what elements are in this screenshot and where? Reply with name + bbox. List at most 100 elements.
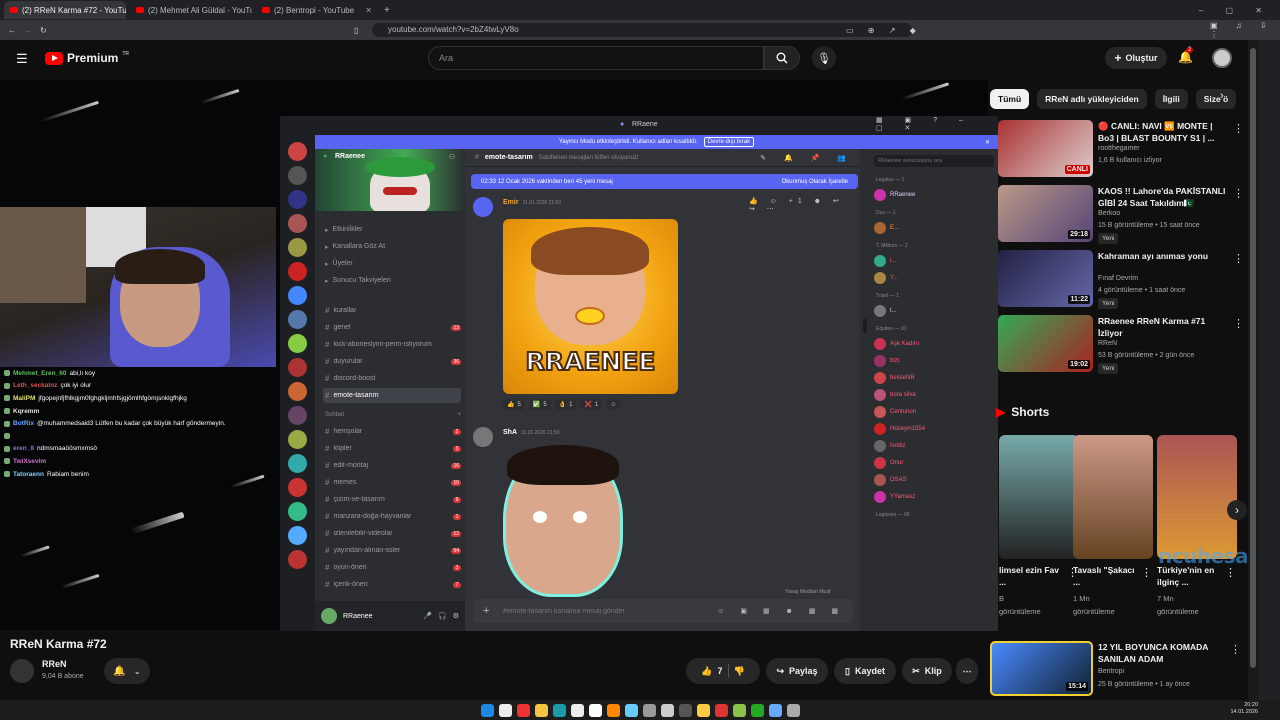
recommended-video[interactable]: CANLI 🔴 CANLI: NAVI 🆚 MONTE | Bo3 | BLAST…: [998, 120, 1248, 180]
save-button[interactable]: ▯ Kaydet: [834, 658, 896, 684]
server-icon[interactable]: [288, 214, 307, 233]
browser-tab-active[interactable]: (2) RReN Karma #72 - YouTube✕: [4, 1, 126, 19]
channel-item[interactable]: # izlenilebilir-videolar 12: [323, 526, 461, 541]
channel-item[interactable]: # emote-tasarım: [323, 388, 461, 403]
member-search-input[interactable]: RRaenee sunucusunu ara: [874, 155, 994, 167]
member-item[interactable]: i...: [874, 253, 994, 269]
filter-chip[interactable]: RReN adlı yükleyiciden: [1037, 89, 1147, 109]
emote-image-face[interactable]: [503, 439, 628, 597]
channel-item[interactable]: # discord-boost: [323, 371, 461, 386]
taskbar-app-icon[interactable]: [498, 703, 512, 717]
settings-icon[interactable]: ⚙: [453, 612, 459, 620]
server-menu-item[interactable]: ▸ Sunucu Takviyeleri: [323, 273, 461, 288]
taskbar-app-icon[interactable]: [696, 703, 710, 717]
taskbar-app-icon[interactable]: [624, 703, 638, 717]
member-item[interactable]: Aşk Kadını: [874, 336, 994, 352]
browser-menu-icons[interactable]: ▣ ♫ ⇩ ⋮: [1210, 21, 1280, 39]
new-messages-bar[interactable]: 02:33 12 Ocak 2026 vaktinden beri 45 yen…: [471, 174, 858, 189]
window-controls[interactable]: – ▢ ✕: [1199, 6, 1272, 15]
message-author-avatar[interactable]: [473, 197, 493, 217]
add-reaction-icon[interactable]: ☺: [606, 399, 621, 410]
server-name[interactable]: RRaenee: [335, 153, 365, 160]
clip-button[interactable]: ✂ Klip: [902, 658, 952, 684]
video-channel[interactable]: rootthegamer: [1098, 145, 1140, 152]
video-thumbnail[interactable]: 19:02: [998, 315, 1093, 372]
taskbar-app-icon[interactable]: [786, 703, 800, 717]
header-tool-icons[interactable]: ✎ 🔔 📌 👥: [760, 154, 854, 162]
voice-search-button[interactable]: 🎙: [812, 46, 836, 70]
member-item[interactable]: OSAS: [874, 472, 994, 488]
channel-item[interactable]: # yayından-alınan-ssler 54: [323, 543, 461, 558]
disable-streamer-mode-button[interactable]: Devre dışı bırak: [703, 137, 755, 147]
message-author-avatar[interactable]: [473, 427, 493, 447]
server-icon[interactable]: [288, 334, 307, 353]
video-thumbnail[interactable]: 11:22: [998, 250, 1093, 307]
browser-tab[interactable]: (2) Mehmet Ali Güldal - YouTube✕: [130, 1, 252, 19]
more-options-icon[interactable]: ⋮: [1233, 317, 1244, 330]
server-icon[interactable]: [288, 358, 307, 377]
taskbar-app-icon[interactable]: [606, 703, 620, 717]
member-item[interactable]: Y...: [874, 270, 994, 286]
taskbar-app-icon[interactable]: [534, 703, 548, 717]
server-icon[interactable]: [288, 502, 307, 521]
recommended-video[interactable]: 15:14 12 YIL BOYUNCA KOMADA SANILAN ADAM…: [990, 641, 1241, 701]
mark-as-read-button[interactable]: Okunmuş Olarak İşaretle: [782, 179, 848, 185]
video-channel[interactable]: RReN: [1098, 340, 1117, 347]
bookmark-icon[interactable]: ▯: [354, 26, 358, 35]
video-thumbnail[interactable]: CANLI: [998, 120, 1093, 177]
youtube-logo[interactable]: Premium TR: [45, 51, 129, 65]
server-icon[interactable]: [288, 142, 307, 161]
message-author[interactable]: ShA: [503, 429, 517, 436]
channel-item[interactable]: # genel 13: [323, 320, 461, 335]
subscription-bell-button[interactable]: 🔔 ⌄: [104, 658, 150, 684]
server-icon[interactable]: [288, 238, 307, 257]
filter-chip[interactable]: Size ö: [1195, 89, 1237, 109]
reaction[interactable]: ❌ 1: [580, 399, 603, 410]
channel-item[interactable]: # manzara-doğa-hayvanlar 1: [323, 509, 461, 524]
video-channel[interactable]: Berkoo: [1098, 210, 1120, 217]
taskbar-app-icon[interactable]: [480, 703, 494, 717]
message-actions-icons[interactable]: 👍 ☺ +1 ☻ ↩ ↪ ⋯: [749, 197, 860, 213]
taskbar-app-icon[interactable]: [552, 703, 566, 717]
server-icon[interactable]: [288, 166, 307, 185]
recommended-video[interactable]: 29:18 KAOS !! Lahore'da PAKİSTANLI GİBİ 2…: [998, 185, 1248, 245]
server-icon[interactable]: [288, 526, 307, 545]
input-tool-icons[interactable]: ☺ ▣ ▦ ☻ ▦ ▦: [717, 607, 845, 615]
more-options-icon[interactable]: ⋮: [1233, 252, 1244, 265]
browser-side-panel[interactable]: [1258, 40, 1280, 700]
search-button[interactable]: [764, 46, 800, 70]
server-icon[interactable]: [288, 382, 307, 401]
taskbar-app-icon[interactable]: [570, 703, 584, 717]
like-button[interactable]: 👍 7: [701, 666, 722, 677]
reaction[interactable]: 👍 5: [503, 399, 525, 410]
reaction[interactable]: ✅ 5: [528, 399, 551, 410]
deafen-icon[interactable]: 🎧: [438, 612, 447, 620]
taskbar-app-icon[interactable]: [750, 703, 764, 717]
channel-item[interactable]: # içerik-öneri 7: [323, 577, 461, 592]
channel-item[interactable]: # memes 10: [323, 475, 461, 490]
back-icon[interactable]: ←: [8, 26, 16, 35]
taskbar-app-icon[interactable]: [642, 703, 656, 717]
video-title[interactable]: Kahraman ayı anımas yonu: [1098, 250, 1226, 262]
taskbar-app-icon[interactable]: [516, 703, 530, 717]
taskbar-app-icon[interactable]: [588, 703, 602, 717]
account-avatar[interactable]: [1212, 48, 1232, 68]
discord-toolbar-icons[interactable]: ▦ ▣ ? – ▢ ✕: [876, 116, 998, 132]
add-channel-icon[interactable]: +: [457, 412, 461, 418]
shorts-next-button[interactable]: ›: [1227, 500, 1247, 520]
channel-item[interactable]: # oyun-öneri 3: [323, 560, 461, 575]
category-header[interactable]: Sohbet +: [323, 407, 461, 422]
chips-next-icon[interactable]: ›: [1220, 90, 1224, 102]
member-item[interactable]: Isıldız: [874, 438, 994, 454]
member-item[interactable]: blzt: [874, 353, 994, 369]
channel-item[interactable]: # kick-aboneslyim-perm-istiyorum: [323, 337, 461, 352]
filter-chip[interactable]: Tümü: [990, 89, 1030, 109]
channel-item[interactable]: # edit-montaj 16: [323, 458, 461, 473]
member-item[interactable]: YYamasz: [874, 489, 994, 505]
menu-icon[interactable]: ☰: [16, 51, 28, 67]
message-input[interactable]: + #emote-tasarım kanalına mesaj gönder ☺ ▣…: [473, 599, 853, 623]
invite-icon[interactable]: ⚇: [449, 153, 455, 161]
video-channel[interactable]: Fınaf Devrim: [1098, 275, 1138, 282]
taskbar-app-icon[interactable]: [768, 703, 782, 717]
server-icon[interactable]: [288, 550, 307, 569]
